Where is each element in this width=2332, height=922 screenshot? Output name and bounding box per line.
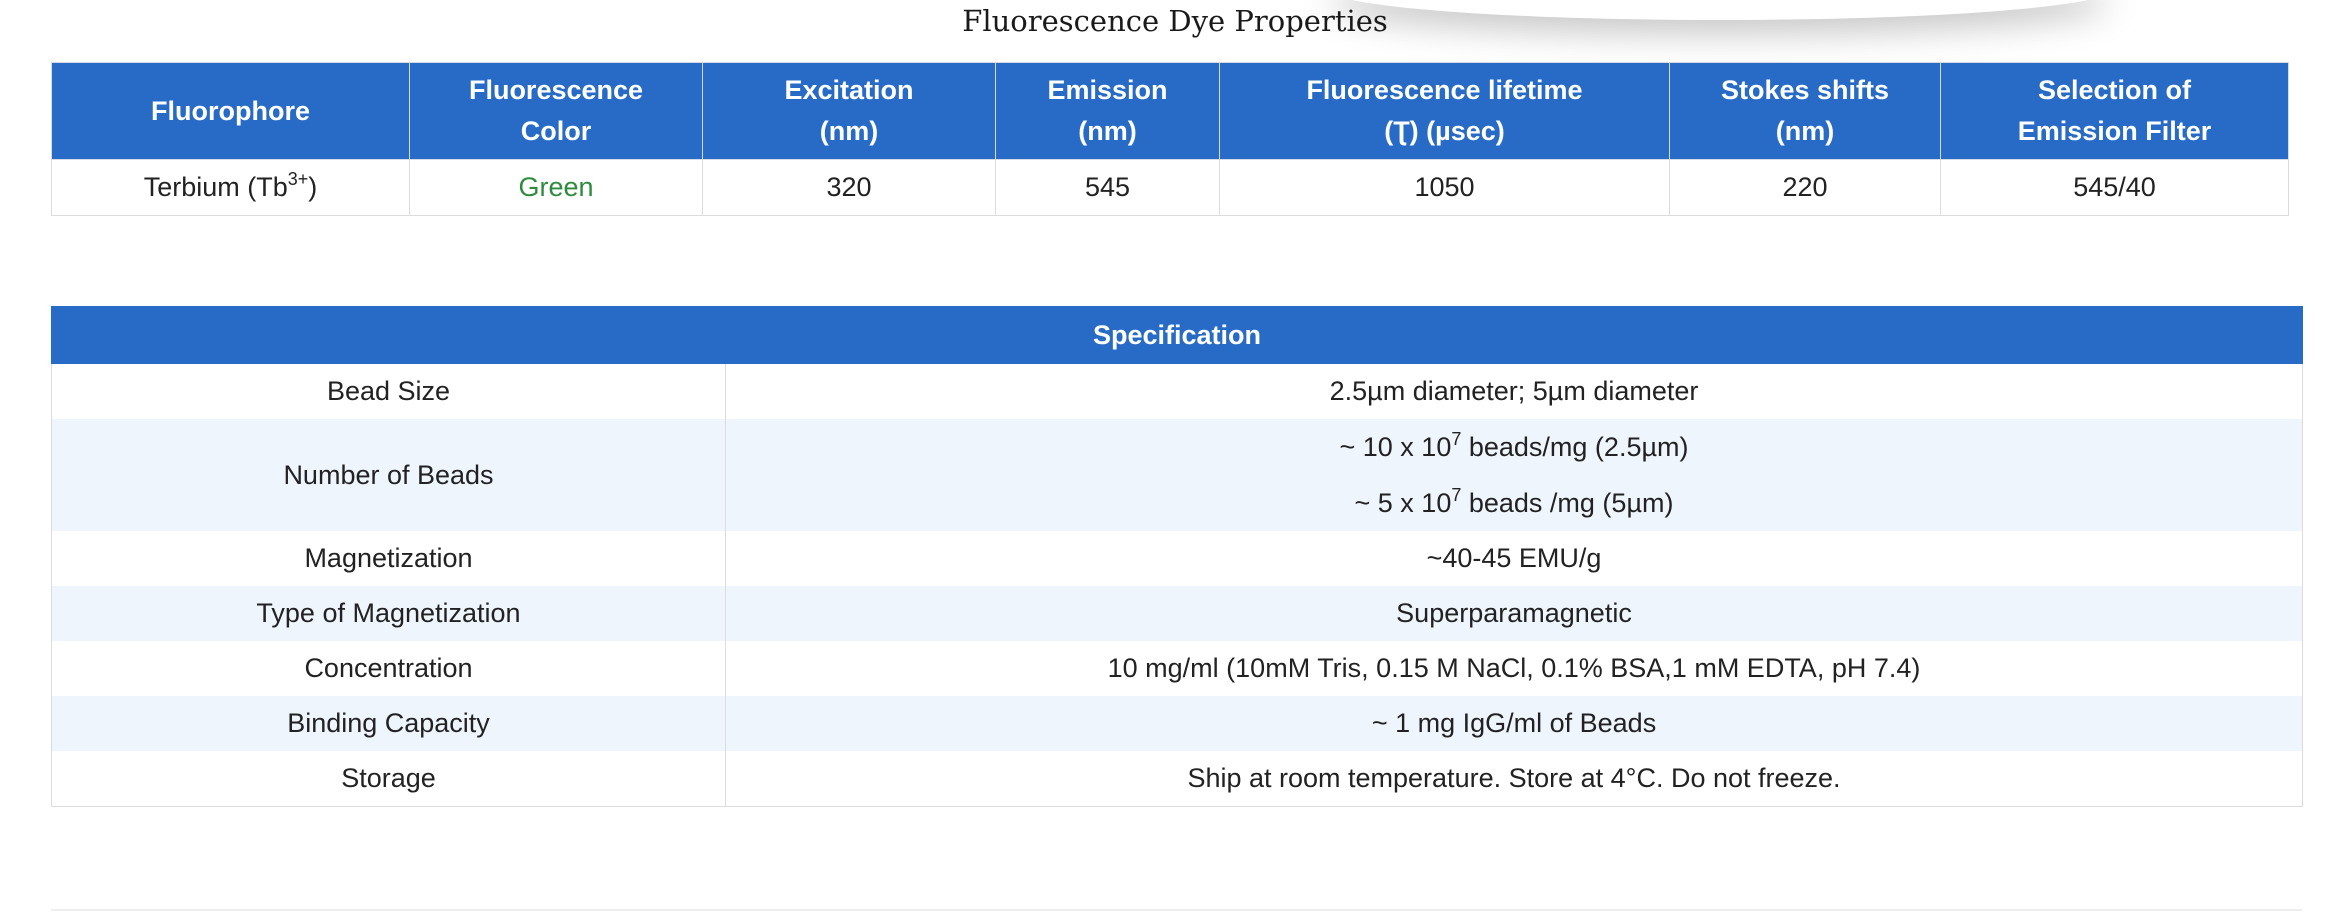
header-excitation: Excitation (nm): [702, 62, 996, 160]
cell-stokes-shift: 220: [1669, 159, 1941, 216]
spec-value: ~ 1 mg IgG/ml of Beads: [724, 696, 2304, 751]
spec-value: Ship at room temperature. Store at 4°C. …: [724, 751, 2304, 807]
spec-label: Number of Beads: [51, 419, 726, 531]
cell-emission-filter: 545/40: [1940, 159, 2289, 216]
header-stokes-shifts: Stokes shifts (nm): [1669, 62, 1941, 160]
header-fluorescence-lifetime: Fluorescence lifetime (Ʈ) (µsec): [1219, 62, 1670, 160]
spec-row-concentration: Concentration 10 mg/ml (10mM Tris, 0.15 …: [51, 641, 2304, 696]
spec-row-number-of-beads: Number of Beads ~ 10 x 107 beads/mg (2.5…: [51, 419, 2304, 531]
spec-row-bead-size: Bead Size 2.5µm diameter; 5µm diameter: [51, 363, 2304, 419]
spec-row-storage: Storage Ship at room temperature. Store …: [51, 751, 2304, 807]
header-fluorescence-color: Fluorescence Color: [409, 62, 703, 160]
header-emission-filter: Selection of Emission Filter: [1940, 62, 2289, 160]
spec-value: ~ 10 x 107 beads/mg (2.5µm) ~ 5 x 107 be…: [724, 419, 2304, 531]
spec-label: Concentration: [51, 641, 726, 696]
spec-table-header-row: Specification: [50, 306, 2304, 364]
cell-fluorophore: Terbium (Tb3+): [51, 159, 410, 216]
spec-label: Binding Capacity: [51, 696, 726, 751]
cell-excitation: 320: [702, 159, 996, 216]
section-divider: [51, 909, 2302, 911]
spec-value-line: ~ 5 x 107 beads /mg (5µm): [1354, 485, 1674, 518]
spec-value: Superparamagnetic: [724, 586, 2304, 641]
spec-value: ~40-45 EMU/g: [724, 531, 2304, 586]
spec-label: Type of Magnetization: [51, 586, 726, 641]
spec-header: Specification: [50, 306, 2304, 364]
spec-value: 2.5µm diameter; 5µm diameter: [724, 363, 2304, 419]
cell-emission: 545: [995, 159, 1220, 216]
spec-row-magnetization: Magnetization ~40-45 EMU/g: [51, 531, 2304, 586]
spec-row-binding-capacity: Binding Capacity ~ 1 mg IgG/ml of Beads: [51, 696, 2304, 751]
dye-table-row: Terbium (Tb3+) Green 320 545 1050 220 54…: [51, 159, 2289, 216]
cell-lifetime: 1050: [1219, 159, 1670, 216]
page-title: Fluorescence Dye Properties: [962, 4, 1388, 38]
spec-label: Magnetization: [51, 531, 726, 586]
spec-label: Bead Size: [51, 363, 726, 419]
fluorescence-dye-table: Fluorophore Fluorescence Color Excitatio…: [51, 62, 2289, 216]
cell-color: Green: [409, 159, 703, 216]
spec-value: 10 mg/ml (10mM Tris, 0.15 M NaCl, 0.1% B…: [724, 641, 2304, 696]
spec-value-line: ~ 10 x 107 beads/mg (2.5µm): [1339, 429, 1689, 462]
header-emission: Emission (nm): [995, 62, 1220, 160]
spec-label: Storage: [51, 751, 726, 807]
spec-row-type-of-magnetization: Type of Magnetization Superparamagnetic: [51, 586, 2304, 641]
dye-table-header-row: Fluorophore Fluorescence Color Excitatio…: [51, 62, 2289, 160]
specification-table: Specification Bead Size 2.5µm diameter; …: [50, 306, 2304, 807]
header-fluorophore: Fluorophore: [51, 62, 410, 160]
